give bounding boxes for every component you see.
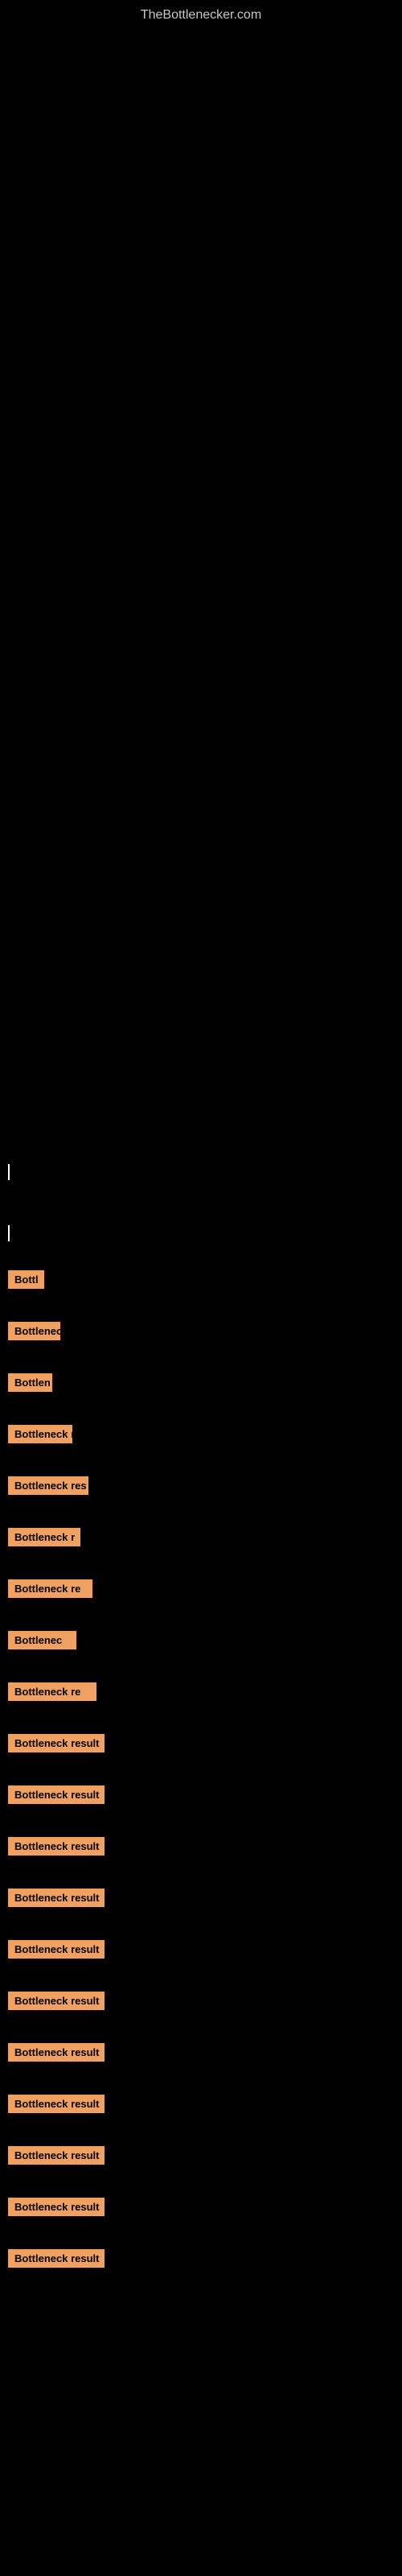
cursor-area-2 xyxy=(0,1219,402,1248)
result-row-3: Bottlen xyxy=(0,1367,402,1406)
spacer-r4 xyxy=(0,1458,402,1470)
result-label-19: Bottleneck result xyxy=(8,2198,105,2216)
result-row-4: Bottleneck r xyxy=(0,1418,402,1458)
spacer-r1 xyxy=(0,1303,402,1315)
result-label-17: Bottleneck result xyxy=(8,2095,105,2113)
result-label-18: Bottleneck result xyxy=(8,2146,105,2165)
result-row-6: Bottleneck r xyxy=(0,1521,402,1561)
result-label-3: Bottlen xyxy=(8,1373,52,1392)
result-row-20: Bottleneck result xyxy=(0,2243,402,2282)
result-row-13: Bottleneck result xyxy=(0,1882,402,1922)
spacer-r6 xyxy=(0,1561,402,1573)
result-label-6: Bottleneck r xyxy=(8,1528,80,1546)
spacer-r5 xyxy=(0,1509,402,1521)
spacer-r18 xyxy=(0,2179,402,2191)
result-row-10: Bottleneck result xyxy=(0,1728,402,1767)
spacer-r15 xyxy=(0,2025,402,2037)
bottom-spacer xyxy=(0,2282,402,2306)
result-label-11: Bottleneck result xyxy=(8,1785,105,1804)
result-label-16: Bottleneck result xyxy=(8,2043,105,2062)
spacer-r16 xyxy=(0,2076,402,2088)
spacer-r7 xyxy=(0,1612,402,1624)
result-label-4: Bottleneck r xyxy=(8,1425,72,1443)
main-content-area xyxy=(0,31,402,1158)
result-label-9: Bottleneck re xyxy=(8,1682,96,1701)
result-label-5: Bottleneck res xyxy=(8,1476,88,1495)
result-label-8: Bottlenec xyxy=(8,1631,76,1649)
result-label-12: Bottleneck result xyxy=(8,1837,105,1856)
spacer-1 xyxy=(0,1187,402,1219)
spacer-r14 xyxy=(0,1973,402,1985)
result-label-10: Bottleneck result xyxy=(8,1734,105,1752)
cursor-1 xyxy=(8,1164,10,1180)
result-row-1: Bottl xyxy=(0,1264,402,1303)
spacer-r8 xyxy=(0,1664,402,1676)
result-label-20: Bottleneck result xyxy=(8,2249,105,2268)
result-row-5: Bottleneck res xyxy=(0,1470,402,1509)
result-label-2: Bottlenec xyxy=(8,1322,60,1340)
spacer-r3 xyxy=(0,1406,402,1418)
spacer-r19 xyxy=(0,2231,402,2243)
result-row-11: Bottleneck result xyxy=(0,1779,402,1818)
result-label-7: Bottleneck re xyxy=(8,1579,92,1598)
spacer-2 xyxy=(0,1248,402,1264)
result-label-1: Bottl xyxy=(8,1270,44,1289)
result-label-13: Bottleneck result xyxy=(8,1889,105,1907)
result-row-14: Bottleneck result xyxy=(0,1934,402,1973)
spacer-r11 xyxy=(0,1818,402,1831)
result-row-19: Bottleneck result xyxy=(0,2191,402,2231)
cursor-area-1 xyxy=(0,1158,402,1187)
result-label-15: Bottleneck result xyxy=(8,1992,105,2010)
spacer-r13 xyxy=(0,1922,402,1934)
spacer-r10 xyxy=(0,1767,402,1779)
result-row-17: Bottleneck result xyxy=(0,2088,402,2128)
site-title: TheBottlenecker.com xyxy=(0,0,402,31)
spacer-r17 xyxy=(0,2128,402,2140)
result-row-16: Bottleneck result xyxy=(0,2037,402,2076)
result-label-14: Bottleneck result xyxy=(8,1940,105,1959)
result-row-2: Bottlenec xyxy=(0,1315,402,1355)
result-row-18: Bottleneck result xyxy=(0,2140,402,2179)
result-row-7: Bottleneck re xyxy=(0,1573,402,1612)
spacer-r2 xyxy=(0,1355,402,1367)
spacer-r9 xyxy=(0,1715,402,1728)
result-row-12: Bottleneck result xyxy=(0,1831,402,1870)
result-row-8: Bottlenec xyxy=(0,1624,402,1664)
result-row-9: Bottleneck re xyxy=(0,1676,402,1715)
result-row-15: Bottleneck result xyxy=(0,1985,402,2025)
cursor-2 xyxy=(8,1225,10,1241)
spacer-r12 xyxy=(0,1870,402,1882)
